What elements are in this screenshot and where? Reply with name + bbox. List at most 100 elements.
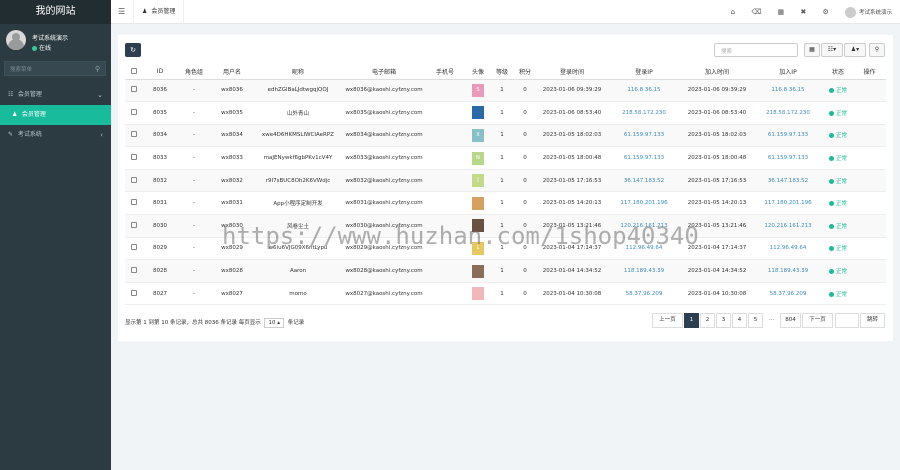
column-header[interactable]: ID — [143, 65, 177, 80]
topbar-user-name: 考试系统演示 — [858, 10, 892, 16]
status-text: 正常 — [828, 110, 847, 117]
row-checkbox[interactable] — [125, 282, 143, 306]
column-header[interactable]: 角色组 — [177, 65, 211, 80]
row-actions — [853, 191, 886, 216]
column-header[interactable]: 登录时间 — [537, 65, 607, 80]
table-row[interactable]: 8032- wx8032 r9I7sBUC8Oh2K6VWdjc wx8032@kao… — [125, 169, 886, 193]
search-icon[interactable]: ⚲ — [95, 65, 100, 73]
avatar[interactable]: X — [472, 128, 484, 142]
topbar-user[interactable]: 考试系统演示 — [844, 1, 892, 25]
column-header[interactable]: 头像 — [465, 65, 491, 80]
column-header[interactable]: 加入时间 — [681, 65, 753, 80]
cell-username: wx8028 — [211, 259, 253, 283]
table-row[interactable]: 8033- wx8033 maJENywkf6gbPKv1cV4Y wx8033@ka… — [125, 146, 886, 170]
page-button[interactable]: 804 — [780, 313, 801, 328]
row-checkbox[interactable] — [125, 124, 143, 148]
table-row[interactable]: 8034- wx8034 xwe4D6HKMSLIWCIAeRPZ wx8034@ka… — [125, 124, 886, 148]
column-header[interactable]: 等级 — [491, 65, 513, 80]
status-text: 正常 — [828, 223, 847, 230]
status-text: 正常 — [828, 269, 847, 275]
avatar[interactable]: S — [472, 83, 484, 97]
cell-nickname: r9I7sBUC8Oh2K6VWdjc — [253, 169, 343, 193]
table-row[interactable]: 8031- wx8031 App小程序定制开发 wx8031@kaoshi.cyfzn… — [125, 191, 886, 216]
columns-button[interactable]: ☷▾ — [821, 43, 843, 57]
pagination: 上一页 1 2 3 4 5 ... 804 下一页 跳转 — [118, 313, 893, 328]
row-checkbox[interactable] — [125, 214, 143, 238]
cell-jointime: 2023-01-06 08:53:40 — [681, 101, 753, 125]
cell-group: - — [177, 237, 211, 261]
cell-logintime: 2023-01-05 18:00:48 — [537, 146, 607, 170]
prev-page-button[interactable]: 上一页 — [652, 313, 683, 328]
row-checkbox[interactable] — [125, 101, 143, 125]
home-icon[interactable]: ⌂ — [731, 0, 735, 24]
row-checkbox[interactable] — [125, 191, 143, 216]
sidebar-item-member-manage[interactable]: ♟ 会员管理 — [0, 105, 111, 125]
column-header[interactable]: 加入IP — [753, 65, 823, 80]
cell-mobile — [425, 146, 465, 170]
export-button[interactable]: ♟▾ — [844, 43, 866, 57]
toggle-view-button[interactable]: ▦ — [804, 43, 820, 57]
avatar[interactable] — [472, 264, 484, 278]
column-header[interactable]: 状态 — [823, 65, 853, 80]
tab-member-manage[interactable]: ♟ 会员管理 — [133, 0, 185, 24]
page-button[interactable]: 1 — [684, 313, 699, 328]
sidebar-search-input[interactable]: 搜索菜单 ⚲ — [4, 61, 106, 76]
cell-level: 1 — [491, 169, 513, 193]
table-row[interactable]: 8036- wx8036 edhZGlBaLJdtwgqjQOJ wx8036@kao… — [125, 79, 886, 103]
status-badge: 正常 — [823, 124, 853, 148]
avatar[interactable]: N — [472, 151, 484, 165]
next-page-button[interactable]: 下一页 — [802, 313, 833, 328]
trash-icon[interactable]: ⌫ — [751, 0, 761, 24]
avatar[interactable] — [472, 106, 484, 120]
sidebar-item-member-group[interactable]: ☷ 会员管理 ⌄ — [0, 85, 111, 105]
cell-username: wx8033 — [211, 146, 253, 170]
avatar[interactable]: J — [472, 174, 484, 188]
cell-id: 8028 — [143, 259, 177, 283]
table-row[interactable]: 8027- wx8027 momo wx8027@kaoshi.cyfzny.com 1… — [125, 282, 886, 306]
page-button[interactable]: 3 — [716, 313, 731, 328]
row-actions — [853, 79, 886, 103]
column-header[interactable]: 登录IP — [607, 65, 681, 80]
table-row[interactable]: 8028- wx8028 Aaron wx8028@kaoshi.cyfzny.com… — [125, 259, 886, 283]
row-checkbox[interactable] — [125, 259, 143, 283]
page-button[interactable]: 5 — [748, 313, 763, 328]
page-jump-input[interactable] — [835, 313, 859, 328]
page-button[interactable]: 2 — [700, 313, 715, 328]
watermark-text: https://www.huzhan.com/1shop40340 — [222, 222, 699, 250]
cell-id: 8027 — [143, 282, 177, 306]
page-jump-button[interactable]: 跳转 — [860, 313, 885, 328]
language-icon[interactable]: ▦ — [778, 0, 785, 24]
status-text: 正常 — [828, 88, 847, 94]
avatar — [6, 30, 26, 50]
column-header[interactable]: 用户名 — [211, 65, 253, 80]
table-row[interactable]: 8035- wx8035 山外青山 wx8035@kaoshi.cyfzny.com 1… — [125, 101, 886, 125]
column-header[interactable]: 昵称 — [253, 65, 343, 80]
table-search-input[interactable]: 搜索 — [714, 43, 798, 57]
refresh-button[interactable]: ↻ — [125, 43, 141, 57]
column-header[interactable]: 电子邮箱 — [343, 65, 425, 80]
settings-icon[interactable]: ⚙ — [822, 0, 828, 24]
cell-id: 8035 — [143, 101, 177, 125]
status-label: 正常 — [835, 291, 847, 298]
cell-loginip: 116.8.36.15 — [607, 79, 681, 103]
cell-username: wx8031 — [211, 191, 253, 216]
select-all-checkbox[interactable] — [125, 65, 143, 80]
menu-toggle-icon[interactable]: ☰ — [118, 7, 125, 16]
column-header[interactable]: 积分 — [513, 65, 537, 80]
row-actions — [853, 124, 886, 148]
avatar-cell: N — [465, 146, 491, 170]
cell-id: 8036 — [143, 79, 177, 103]
fullscreen-icon[interactable]: ✖ — [800, 0, 806, 24]
cell-group: - — [177, 282, 211, 306]
column-header[interactable]: 手机号 — [425, 65, 465, 80]
row-checkbox[interactable] — [125, 79, 143, 103]
row-checkbox[interactable] — [125, 237, 143, 261]
sidebar-item-exam-system[interactable]: ✎ 考试系统 ‹ — [0, 125, 111, 145]
cell-mobile — [425, 101, 465, 125]
advanced-search-button[interactable]: ⚲ — [869, 43, 885, 57]
avatar[interactable] — [472, 196, 484, 210]
row-checkbox[interactable] — [125, 146, 143, 170]
row-checkbox[interactable] — [125, 169, 143, 193]
avatar[interactable] — [472, 287, 484, 301]
page-button[interactable]: 4 — [732, 313, 747, 328]
